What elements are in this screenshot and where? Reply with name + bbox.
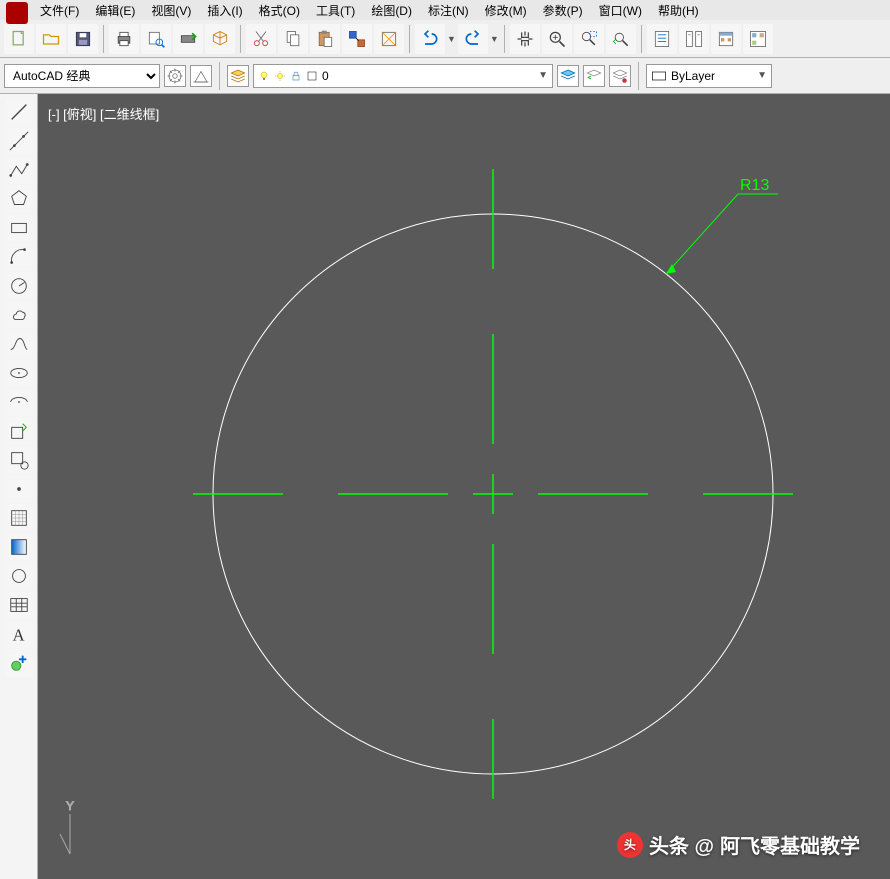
gradient-tool[interactable] — [5, 533, 33, 561]
linetype-swatch-icon — [651, 70, 667, 82]
menu-modify[interactable]: 修改(M) — [485, 2, 527, 19]
design-center-button[interactable] — [743, 24, 773, 54]
menu-view[interactable]: 视图(V) — [151, 2, 191, 19]
ellipse-arc-tool[interactable] — [5, 388, 33, 416]
menu-help[interactable]: 帮助(H) — [658, 2, 699, 19]
add-selected-tool[interactable] — [5, 649, 33, 677]
workspace-selector[interactable]: AutoCAD 经典 — [4, 64, 160, 88]
undo-dropdown[interactable]: ▼ — [447, 34, 456, 44]
chevron-down-icon: ▼ — [757, 70, 767, 81]
radius-dimension: R13 — [666, 177, 778, 274]
draw-toolbar: A — [0, 94, 38, 879]
polyline-tool[interactable] — [5, 156, 33, 184]
zoom-window-button[interactable] — [574, 24, 604, 54]
menu-draw[interactable]: 绘图(D) — [371, 2, 412, 19]
save-button[interactable] — [68, 24, 98, 54]
redo-button[interactable] — [458, 24, 488, 54]
open-button[interactable] — [36, 24, 66, 54]
revision-cloud-tool[interactable] — [5, 301, 33, 329]
region-tool[interactable] — [5, 562, 33, 590]
match-properties-button[interactable] — [342, 24, 372, 54]
construction-line-tool[interactable] — [5, 127, 33, 155]
menu-parametric[interactable]: 参数(P) — [543, 2, 583, 19]
menu-file[interactable]: 文件(F) — [40, 2, 79, 19]
print-button[interactable] — [109, 24, 139, 54]
lightbulb-icon — [258, 70, 270, 82]
ucs-icon: Y — [60, 799, 74, 854]
watermark-prefix: 头条 @ — [649, 830, 714, 859]
text-tool[interactable]: A — [5, 620, 33, 648]
3dprint-button[interactable] — [205, 24, 235, 54]
layer-properties-button[interactable] — [227, 65, 249, 87]
polygon-tool[interactable] — [5, 185, 33, 213]
paste-button[interactable] — [310, 24, 340, 54]
svg-text:R13: R13 — [740, 177, 769, 194]
redo-dropdown[interactable]: ▼ — [490, 34, 499, 44]
sun-icon — [274, 70, 286, 82]
properties-button[interactable] — [647, 24, 677, 54]
menu-window[interactable]: 窗口(W) — [599, 2, 642, 19]
workspace-switch-button[interactable] — [190, 65, 212, 87]
svg-text:Y: Y — [66, 799, 74, 813]
menu-bar: 文件(F) 编辑(E) 视图(V) 插入(I) 格式(O) 工具(T) 绘图(D… — [0, 0, 890, 20]
layer-color-swatch — [306, 70, 318, 82]
menu-edit[interactable]: 编辑(E) — [95, 2, 135, 19]
lock-icon — [290, 70, 302, 82]
new-button[interactable] — [4, 24, 34, 54]
menu-dimension[interactable]: 标注(N) — [428, 2, 469, 19]
workspace-layer-toolbar: AutoCAD 经典 0 ▼ ByLayer ▼ — [0, 58, 890, 94]
zoom-realtime-button[interactable] — [542, 24, 572, 54]
workspace-settings-button[interactable] — [164, 65, 186, 87]
table-tool[interactable] — [5, 591, 33, 619]
arc-tool[interactable] — [5, 243, 33, 271]
center-mark — [193, 169, 793, 799]
layer-state-button[interactable] — [557, 65, 579, 87]
linetype-selector[interactable]: ByLayer ▼ — [646, 64, 772, 88]
sheet-set-button[interactable] — [679, 24, 709, 54]
layer-isolate-button[interactable] — [609, 65, 631, 87]
app-logo — [6, 2, 28, 24]
tool-palettes-button[interactable] — [711, 24, 741, 54]
layer-previous-button[interactable] — [583, 65, 605, 87]
copy-button[interactable] — [278, 24, 308, 54]
pan-button[interactable] — [510, 24, 540, 54]
layer-selector[interactable]: 0 ▼ — [253, 64, 553, 88]
hatch-tool[interactable] — [5, 504, 33, 532]
block-editor-button[interactable] — [374, 24, 404, 54]
watermark-name: 阿飞零基础教学 — [720, 830, 860, 859]
standard-toolbar: ▼ ▼ — [0, 20, 890, 58]
spline-tool[interactable] — [5, 330, 33, 358]
print-preview-button[interactable] — [141, 24, 171, 54]
watermark-logo-icon: 头 — [617, 832, 643, 858]
ellipse-tool[interactable] — [5, 359, 33, 387]
menu-insert[interactable]: 插入(I) — [207, 2, 242, 19]
insert-block-tool[interactable] — [5, 417, 33, 445]
svg-text:A: A — [12, 625, 24, 644]
cut-button[interactable] — [246, 24, 276, 54]
chevron-down-icon: ▼ — [538, 70, 548, 81]
drawing-viewport: R13 Y — [38, 94, 890, 879]
make-block-tool[interactable] — [5, 446, 33, 474]
publish-button[interactable] — [173, 24, 203, 54]
main-area: A [-] [俯视] [二维线框] — [0, 94, 890, 879]
point-tool[interactable] — [5, 475, 33, 503]
circle-tool[interactable] — [5, 272, 33, 300]
line-tool[interactable] — [5, 98, 33, 126]
menu-format[interactable]: 格式(O) — [259, 2, 300, 19]
undo-button[interactable] — [415, 24, 445, 54]
rectangle-tool[interactable] — [5, 214, 33, 242]
drawing-canvas[interactable]: [-] [俯视] [二维线框] — [38, 94, 890, 879]
zoom-previous-button[interactable] — [606, 24, 636, 54]
linetype-label: ByLayer — [671, 69, 715, 83]
watermark: 头 头条 @阿飞零基础教学 — [617, 830, 860, 859]
menu-tools[interactable]: 工具(T) — [316, 2, 355, 19]
current-layer-name: 0 — [322, 69, 329, 83]
